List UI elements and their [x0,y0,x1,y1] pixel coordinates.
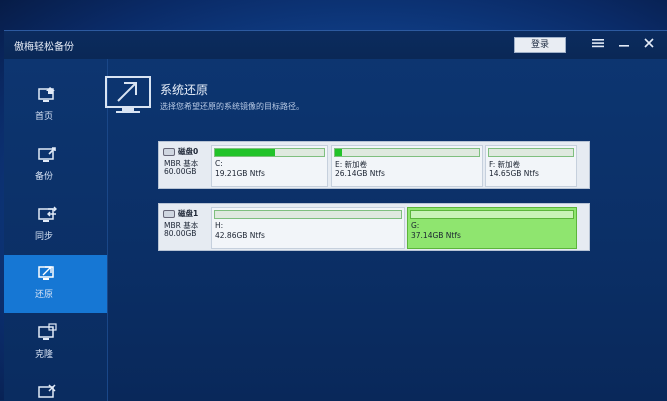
disk-icon [163,148,175,156]
title-bar: 傲梅轻松备份 登录 [4,31,667,59]
tools-icon [38,384,56,398]
page-title: 系统还原 [160,83,209,97]
disk-name: 磁盘1 [163,208,198,219]
partition-label: C: [215,159,223,168]
partition-c[interactable]: C: 19.21GB Ntfs [211,145,328,187]
disk-row: 磁盘0 MBR 基本 60.00GB C: 19.21GB Ntfs E: 新加… [158,141,590,189]
partition-info: 42.86GB Ntfs [215,231,265,240]
partition-label: G: [411,221,420,230]
sidebar-item-home[interactable]: 首页 [4,77,107,135]
sync-icon [38,206,57,222]
sidebar-item-label: 克隆 [34,350,53,360]
disk-info: 磁盘1 MBR 基本 80.00GB [159,204,207,250]
menu-icon[interactable] [590,36,606,52]
partition-f[interactable]: F: 新加卷 14.65GB Ntfs [485,145,577,187]
sidebar-item-label: 备份 [34,172,53,182]
minimize-icon[interactable] [616,36,632,52]
sidebar-item-tools[interactable]: 工具 [4,375,107,401]
sidebar-item-label: 首页 [34,112,53,122]
sidebar-item-label: 同步 [34,232,53,242]
sidebar-item-sync[interactable]: 同步 [4,197,107,255]
partition-e[interactable]: E: 新加卷 26.14GB Ntfs [331,145,483,187]
partition-info: 26.14GB Ntfs [335,169,385,178]
usage-bar [488,148,574,157]
disk-info: 磁盘0 MBR 基本 60.00GB [159,142,207,188]
app-window: 傲梅轻松备份 登录 首页 备份 同步 还原 克隆 系统还原 选择您希望还原的系统… [4,30,667,401]
page-subtitle: 选择您希望还原的系统镜像的目标路径。 [160,102,304,111]
sidebar-item-backup[interactable]: 备份 [4,137,107,195]
usage-bar [334,148,480,157]
disk-row: 磁盘1 MBR 基本 80.00GB H: 42.86GB Ntfs G: 37… [158,203,590,251]
login-button[interactable]: 登录 [514,37,566,53]
disk-name: 磁盘0 [163,146,198,157]
home-icon [38,87,55,102]
clone-icon [38,323,57,340]
close-icon[interactable] [641,36,657,52]
sidebar-item-clone[interactable]: 克隆 [4,315,107,373]
usage-bar [410,210,574,219]
usage-bar [214,210,402,219]
sidebar-item-restore[interactable]: 还原 [4,255,107,313]
disk-size: 60.00GB [164,167,197,176]
app-title: 傲梅轻松备份 [14,42,74,53]
system-restore-icon [105,76,151,113]
disk-icon [163,210,175,218]
backup-icon [38,147,56,162]
partition-h[interactable]: H: 42.86GB Ntfs [211,207,405,249]
usage-bar [214,148,325,157]
partition-info: 37.14GB Ntfs [411,231,461,240]
sidebar: 首页 备份 同步 还原 克隆 [4,59,108,401]
usage-fill [215,149,275,156]
sidebar-item-label: 还原 [34,290,53,300]
partition-label: H: [215,221,224,230]
partition-info: 19.21GB Ntfs [215,169,265,178]
disk-size: 80.00GB [164,229,197,238]
usage-fill [335,149,343,156]
partition-info: 14.65GB Ntfs [489,169,539,178]
partition-g[interactable]: G: 37.14GB Ntfs [407,207,577,249]
restore-icon [38,266,54,280]
